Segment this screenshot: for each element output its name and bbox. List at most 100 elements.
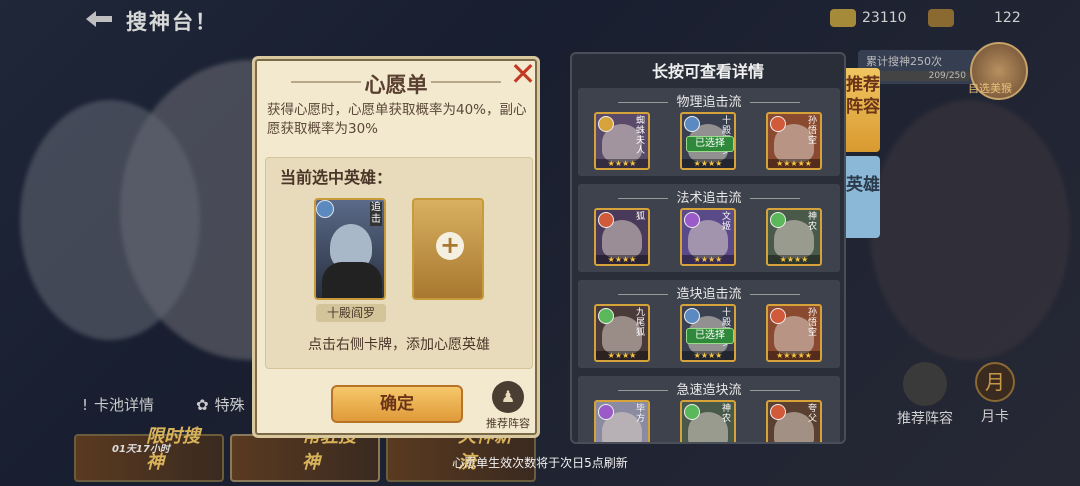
hero-class-icon [598, 212, 614, 228]
lineup-group: 法术追击流狐 ★★★★ 文姬 ★★★★ 神农 ★★★★ [578, 184, 840, 272]
confirm-button[interactable]: 确定 [331, 385, 463, 423]
hero-name: 文姬 [721, 212, 731, 232]
person-icon [903, 362, 947, 406]
lineup-group: 造块追击流九尾狐★★★★十殿阎罗★★★★已选择孙悟空★★★★★ [578, 280, 840, 368]
monthly-card-button[interactable]: 月 月卡 [970, 362, 1020, 426]
hero-type-tag: 追击 [370, 202, 382, 226]
current-hero-label: 当前选中英雄： [280, 168, 393, 187]
page-title: 搜神台！ [126, 10, 218, 34]
hero-stars: ★★★★ [768, 255, 820, 264]
cumulative-progress: 209/250 [866, 71, 970, 81]
special-label: 特殊 [214, 396, 245, 414]
hero-class-icon [598, 308, 614, 324]
scroll-icon [928, 9, 954, 27]
lineup-hero-card[interactable]: 毕方 [594, 400, 650, 442]
recommend-lineup-label: 推荐阵容 [486, 417, 530, 430]
lineup-group-title: 物理追击流 [578, 91, 840, 110]
lineup-hero-card[interactable]: 夸父 [766, 400, 822, 442]
hero-class-icon [770, 116, 786, 132]
hero-name: 孙悟空 [807, 116, 817, 146]
current-hero-panel: 当前选中英雄： 追击 十殿阎罗 + 点击右侧卡牌，添加心愿英雄 [265, 157, 533, 369]
hero-class-icon [684, 308, 700, 324]
lineup-group-title: 造块追击流 [578, 283, 840, 302]
select-beauty-label: 自选美猴 [968, 82, 1012, 95]
hero-class-icon [770, 308, 786, 324]
lineup-hero-card[interactable]: 孙悟空 ★★★★★ [766, 304, 822, 362]
lineup-group-title: 急速造块流 [578, 379, 840, 398]
hero-name: 蜘蛛夫人 [635, 116, 645, 156]
lineup-hero-card[interactable]: 蜘蛛夫人 ★★★★ [594, 112, 650, 170]
currency-scroll: 122 [928, 8, 1021, 28]
lineup-hero-card[interactable]: 神农 ★★★★ [766, 208, 822, 266]
currency-gold: 23110 [830, 8, 907, 28]
hero-class-icon [684, 116, 700, 132]
pool-details-link[interactable]: ! 卡池详情 [82, 394, 154, 415]
tab-recommend-lineup[interactable]: 推荐阵容 [846, 68, 880, 152]
hero-stars: ★★★★★ [768, 351, 820, 360]
recommend-lineup-bg-button[interactable]: 推荐阵容 [894, 362, 956, 428]
add-hero-hint: 点击右侧卡牌，添加心愿英雄 [308, 337, 490, 353]
lineup-hero-card[interactable]: 文姬 ★★★★ [680, 208, 736, 266]
hero-name: 毕方 [635, 404, 645, 424]
person-icon: ♟ [492, 381, 524, 413]
recommended-lineup-panel: 长按可查看详情 物理追击流蜘蛛夫人★★★★十殿阎罗★★★★已选择孙悟空★★★★★… [570, 52, 846, 444]
gear-icon: ✿ [196, 395, 209, 414]
lineup-group: 物理追击流蜘蛛夫人★★★★十殿阎罗★★★★已选择孙悟空★★★★★ [578, 88, 840, 176]
hero-name: 孙悟空 [807, 308, 817, 338]
hero-name: 九尾狐 [635, 308, 645, 338]
hero-stars: ★★★★ [596, 255, 648, 264]
back-arrow-icon[interactable] [82, 8, 116, 30]
wish-list-title: 心愿单 [364, 73, 428, 97]
top-bar: 搜神台！ 23110 122 [0, 0, 1080, 40]
monthly-card-label: 月卡 [981, 409, 1009, 425]
hero-class-icon [684, 212, 700, 228]
hero-name: 神农 [721, 404, 731, 424]
selected-hero-card[interactable]: 追击 [314, 198, 386, 300]
hero-class-icon [598, 116, 614, 132]
gold-ingot-icon [830, 9, 856, 27]
hero-name: 夸父 [807, 404, 817, 424]
footer-message: 心愿单生效次数将于次日5点刷新 [452, 456, 628, 470]
currency-scroll-value: 122 [994, 10, 1021, 26]
hero-name: 狐 [635, 212, 645, 222]
tab-hero[interactable]: 英雄 [846, 156, 880, 238]
lineup-hero-card[interactable]: 十殿阎罗★★★★已选择 [680, 304, 736, 362]
cumulative-label: 累计搜神250次 [866, 55, 942, 68]
selected-badge: 已选择 [686, 328, 734, 344]
hero-body [322, 262, 382, 298]
hero-stars: ★★★★ [596, 351, 648, 360]
lineup-group-title: 法术追击流 [578, 187, 840, 206]
special-link[interactable]: ✿ 特殊 [196, 394, 245, 415]
add-wish-hero-card[interactable]: + [412, 198, 484, 300]
lineup-hero-card[interactable]: 十殿阎罗★★★★已选择 [680, 112, 736, 170]
wish-list-dialog: 心愿单 ✕ 获得心愿时，心愿单获取概率为40%，副心愿获取概率为30% 当前选中… [252, 56, 540, 438]
hero-stars: ★★★★ [596, 159, 648, 168]
lineup-group: 急速造块流毕方 神农 夸父 [578, 376, 840, 442]
recommend-lineup-button[interactable]: ♟ 推荐阵容 [481, 381, 535, 431]
hero-class-icon [684, 404, 700, 420]
hero-stars: ★★★★★ [768, 159, 820, 168]
hero-stars: ★★★★ [682, 255, 734, 264]
lineup-hero-card[interactable]: 神农 [680, 400, 736, 442]
hero-class-icon [770, 212, 786, 228]
hero-stars: ★★★★ [682, 159, 734, 168]
plus-icon: + [436, 232, 464, 260]
hero-name: 神农 [807, 212, 817, 232]
recommend-lineup-bg-label: 推荐阵容 [897, 411, 953, 427]
pool-details-label: 卡池详情 [94, 396, 155, 414]
exclamation-icon: ! [82, 395, 89, 414]
banner-timer: 01天17小时 [112, 444, 170, 455]
lineup-hero-card[interactable]: 狐 ★★★★ [594, 208, 650, 266]
monthly-card-icon: 月 [975, 362, 1015, 402]
close-icon[interactable]: ✕ [509, 58, 537, 90]
wish-description: 获得心愿时，心愿单获取概率为40%，副心愿获取概率为30% [267, 102, 527, 137]
lineup-hero-card[interactable]: 孙悟空 ★★★★★ [766, 112, 822, 170]
hero-class-icon [770, 404, 786, 420]
selected-hero-name: 十殿阎罗 [316, 304, 386, 322]
lineup-hero-card[interactable]: 九尾狐 ★★★★ [594, 304, 650, 362]
hero-class-icon [598, 404, 614, 420]
hero-stars: ★★★★ [682, 351, 734, 360]
hero-class-icon [316, 200, 334, 218]
selected-badge: 已选择 [686, 136, 734, 152]
lineup-header: 长按可查看详情 [651, 62, 764, 81]
